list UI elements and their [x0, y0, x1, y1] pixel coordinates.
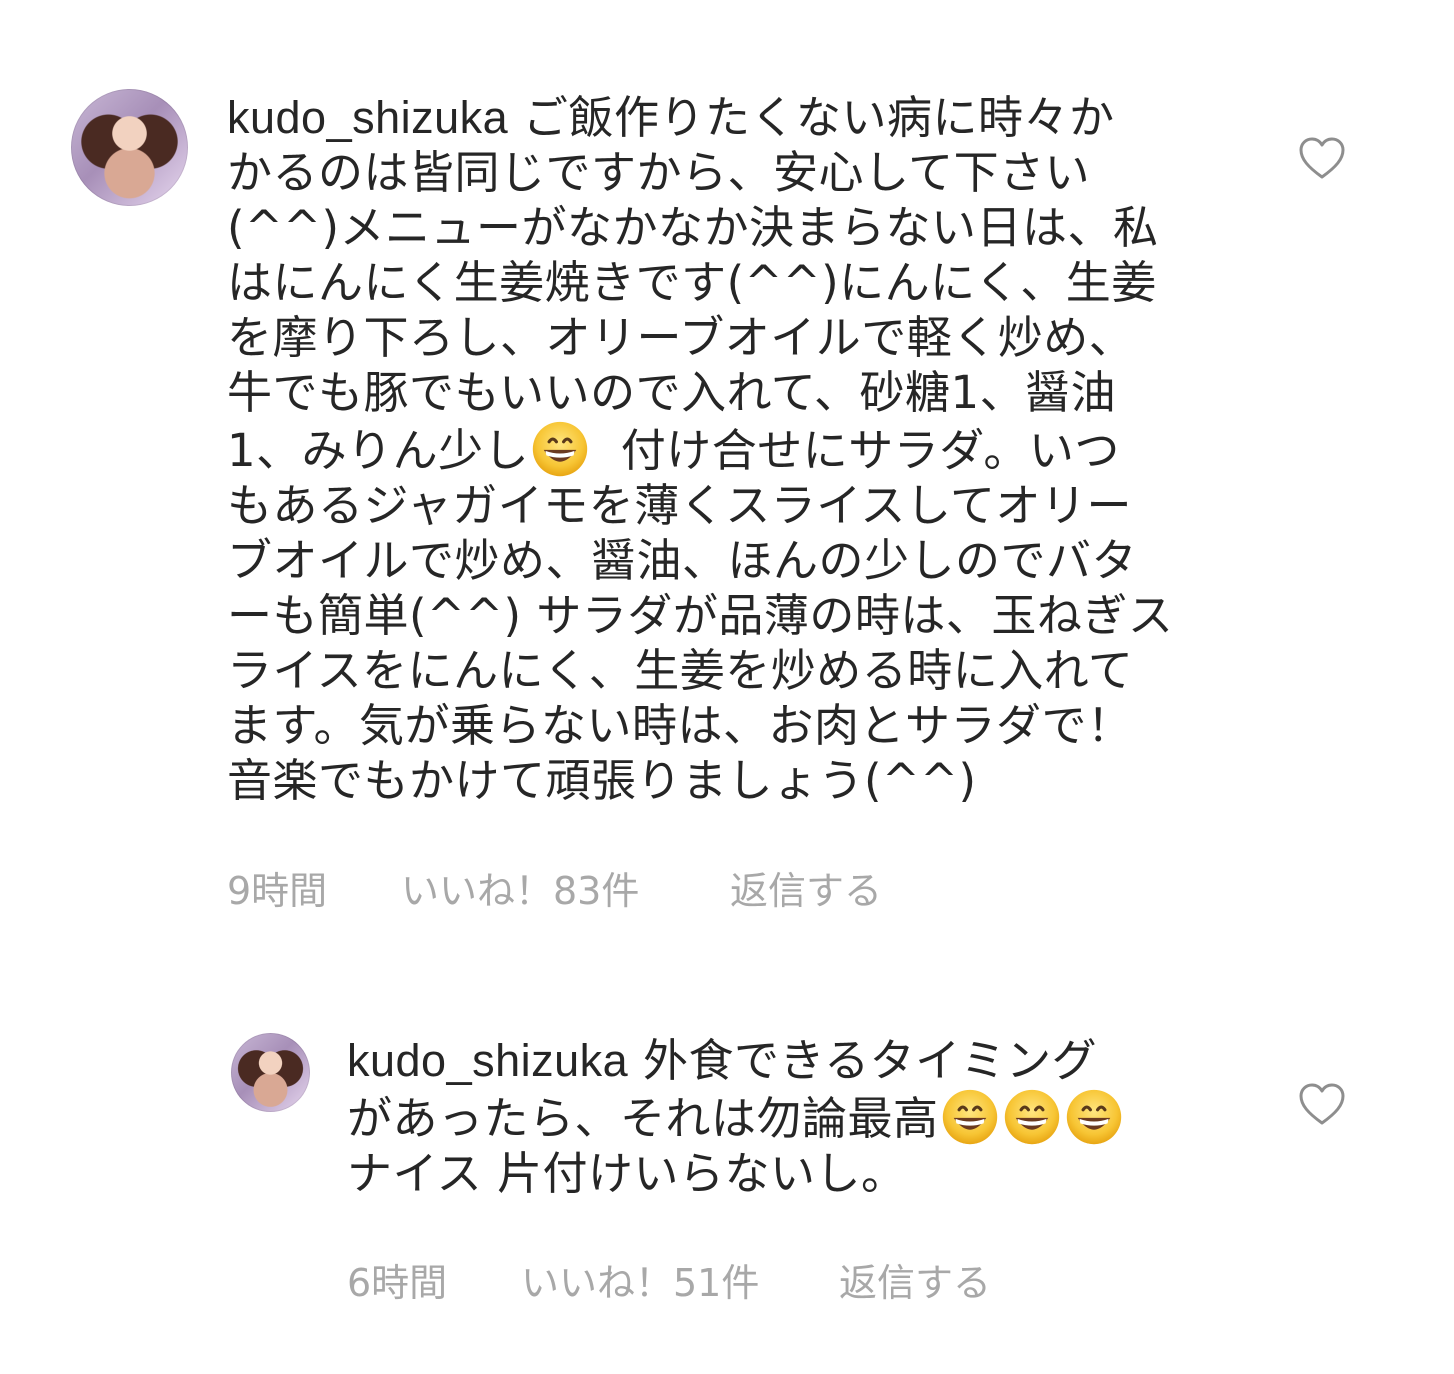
comment-line-text: ご飯作りたくない病に時々か: [523, 91, 1115, 144]
comment-line: 牛でも豚でもいいので入れて、砂糖1、醤油: [227, 366, 1117, 419]
likes-count[interactable]: いいね！51件: [521, 1252, 759, 1307]
comment-line: もあるジャガイモを薄くスライスしてオリー: [227, 479, 1133, 532]
heart-outline-icon[interactable]: [1298, 1082, 1346, 1126]
grinning-face-emoji: [1065, 1088, 1123, 1146]
comment-line-text: があったら、それは勿論最高: [347, 1092, 939, 1145]
username-link[interactable]: kudo_shizuka: [347, 1035, 628, 1086]
comment-line: kudo_shizuka ご飯作りたくない病に時々か: [227, 90, 1227, 145]
username-link[interactable]: kudo_shizuka: [227, 92, 508, 143]
comment-text: kudo_shizuka ご飯作りたくない病に時々か かるのは皆同じですから、安…: [227, 90, 1227, 808]
grinning-face-emoji: [941, 1088, 999, 1146]
reply-button[interactable]: 返信する: [839, 1252, 991, 1307]
comment-line: ナイス 片付けいらないし。: [347, 1147, 907, 1200]
comment-line-text: 1、みりん少し: [227, 424, 530, 477]
grinning-face-emoji: [531, 420, 589, 478]
comment-line: 1、みりん少し 付け合せにサラダ。いつ: [227, 420, 1227, 478]
comment-text: kudo_shizuka 外食できるタイミング があったら、それは勿論最高 ナイ…: [347, 1033, 1217, 1201]
comment-line: かるのは皆同じですから、安心して下さい: [227, 146, 1091, 199]
likes-count[interactable]: いいね！83件: [401, 860, 639, 915]
comment-line: ブオイルで炒め、醤油、ほんの少しのでバタ: [227, 534, 1138, 587]
comment-line: kudo_shizuka 外食できるタイミング: [347, 1033, 1217, 1088]
grinning-face-emoji: [1003, 1088, 1061, 1146]
comment-line: があったら、それは勿論最高: [347, 1088, 1217, 1146]
comment-line: を摩り下ろし、オリーブオイルで軽く炒め、: [227, 311, 1135, 364]
comment-line: はにんにく生姜焼きです(^^)にんにく、生姜: [227, 256, 1157, 309]
comment-line: ます。気が乗らない時は、お肉とサラダで！: [227, 699, 1133, 752]
comment-time: 6時間: [347, 1261, 448, 1305]
avatar[interactable]: [231, 1033, 310, 1112]
reply-button[interactable]: 返信する: [730, 860, 882, 915]
heart-outline-icon[interactable]: [1298, 136, 1346, 180]
comment-line: ーも簡単(^^) サラダが品薄の時は、玉ねぎス: [227, 589, 1174, 642]
comment-line: (^^)メニューがなかなか決まらない日は、私: [227, 201, 1159, 254]
comment-line-text: 付け合せにサラダ。いつ: [620, 424, 1120, 477]
comment-line: ライスをにんにく、生姜を炒める時に入れて: [227, 644, 1134, 697]
comment-line-text: 外食できるタイミング: [643, 1034, 1098, 1087]
comment-time: 9時間: [227, 869, 328, 913]
avatar[interactable]: [71, 89, 188, 206]
comment-line: 音楽でもかけて頑張りましょう(^^): [227, 754, 977, 807]
